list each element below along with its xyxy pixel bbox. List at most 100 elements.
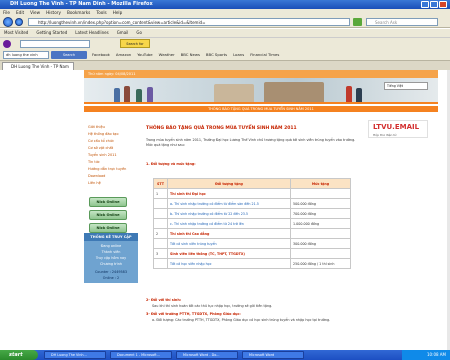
table-row: 2 Thí sinh thi Cao đẳng — [153, 228, 351, 239]
yahoo-icon[interactable] — [3, 40, 11, 48]
bookmark-go[interactable]: Go — [136, 29, 142, 37]
cell-stt: 3 — [153, 248, 168, 259]
nick-online-button-1[interactable]: Nick Online — [89, 197, 127, 207]
cell-amount — [290, 188, 351, 199]
stats-line: Truy cập hôm nay — [95, 256, 127, 260]
language-select[interactable]: Tiếng Việt — [384, 82, 428, 90]
toolbar-search-button[interactable]: Search — [51, 51, 87, 59]
banner-caption-text: THÔNG BÁO TẶNG QUÀ TRONG MÙA TUYỂN SINH … — [208, 107, 314, 111]
menu-edit[interactable]: Edit — [16, 9, 24, 16]
banner-caption: THÔNG BÁO TẶNG QUÀ TRONG MÙA TUYỂN SINH … — [84, 106, 438, 112]
back-button[interactable] — [3, 17, 13, 27]
sidebar-link-lien-he[interactable]: Liên hệ — [88, 181, 101, 185]
stats-counter-label: Counter — [95, 270, 109, 274]
table-row: 1 Thí sinh thi Đại học — [153, 188, 351, 199]
language-select-value: Tiếng Việt — [387, 84, 403, 88]
toolbar-youtube[interactable]: YouTube — [137, 52, 152, 57]
start-button[interactable]: start — [0, 350, 38, 360]
table-header-row: STT Đối tượng tặng Mức tặng — [153, 178, 351, 189]
banner-figure — [356, 88, 362, 102]
sidebar-link-co-so-vat-chat[interactable]: Cơ sở vật chất — [88, 146, 113, 150]
cell-amount: 700.000 đồng — [290, 208, 351, 219]
bookmark-latest-headlines[interactable]: Latest Headlines — [75, 29, 108, 37]
browser-search-input[interactable]: Search Ask — [366, 18, 438, 26]
toolbar-weather[interactable]: Weather — [159, 52, 175, 57]
browser-search-placeholder: Search Ask — [375, 20, 398, 25]
cell-amount: 500.000 đồng — [290, 198, 351, 209]
sidebar-link-huong-dan[interactable]: Hướng dẫn trực tuyến — [88, 167, 126, 171]
toolbar-search-input[interactable]: dh luong the vinh — [3, 51, 49, 59]
menu-bookmarks[interactable]: Bookmarks — [67, 9, 90, 16]
toolbar-facebook[interactable]: Facebook — [92, 52, 110, 57]
bookmark-gmail[interactable]: Gmail — [117, 29, 129, 37]
nick-online-button-3[interactable]: Nick Online — [89, 223, 127, 233]
stats-online-value: 2 — [117, 276, 120, 280]
close-window-button[interactable] — [439, 1, 447, 8]
banner-figure — [136, 89, 142, 102]
sidebar-link-gioi-thieu[interactable]: Giới thiệu — [88, 125, 105, 129]
cell-subject: Thí sinh thi Cao đẳng — [167, 228, 291, 239]
menu-help[interactable]: Help — [113, 9, 123, 16]
email-logo[interactable]: LTVU.EMAIL Hộp thư điện tử — [368, 120, 428, 138]
tab-active[interactable]: DH Luong The Vinh - TP Nam Dinh — [2, 62, 74, 77]
sidebar-link-tin-tuc[interactable]: Tin tức — [88, 160, 100, 164]
stats-title: THỐNG KÊ TRUY CẬP — [84, 233, 138, 241]
cell-subject: Tất cả sinh viên trúng tuyển — [167, 238, 291, 249]
toolbar-bbc-sports[interactable]: BBC Sports — [206, 52, 227, 57]
email-logo-text: LTVU.EMAIL — [373, 123, 420, 131]
menu-tools[interactable]: Tools — [96, 9, 106, 16]
url-bar[interactable]: http://luongthevinh.vn/index.php?option=… — [28, 18, 350, 26]
menu-view[interactable]: View — [30, 9, 40, 16]
bookmark-getting-started[interactable]: Getting Started — [36, 29, 67, 37]
minimize-button[interactable] — [421, 1, 429, 8]
toolbar-bbc-news[interactable]: BBC News — [181, 52, 200, 57]
sidebar-link-he-thong-dao-tao[interactable]: Hệ thống đào tạo — [88, 132, 118, 136]
bookmark-most-visited[interactable]: Most Visited — [4, 29, 28, 37]
table-header-subject: Đối tượng tặng — [167, 178, 291, 189]
taskbar-item-word-2[interactable]: Microsoft Word — [242, 351, 304, 359]
forward-button[interactable] — [15, 18, 23, 26]
sidebar-link-tuyen-sinh[interactable]: Tuyển sinh 2011 — [88, 153, 117, 157]
toolbar-amazon[interactable]: Amazon — [116, 52, 131, 57]
taskbar-item-document[interactable]: Document 1 - Microsoft... — [110, 351, 172, 359]
cell-subject: b- Thí sinh nhập trường có điểm từ 22 đế… — [167, 208, 291, 219]
go-button[interactable] — [353, 18, 362, 26]
cell-amount: 1.000.000 đồng — [290, 218, 351, 229]
cell-stt — [153, 238, 168, 249]
cell-subject: Tất cả học viên nhập học — [167, 258, 291, 269]
cell-amount: 250.000 đồng / 1 thí sinh — [290, 258, 351, 269]
menu-bar: File Edit View History Bookmarks Tools H… — [0, 9, 450, 16]
banner-figure — [114, 88, 120, 102]
toolbar-loans[interactable]: Loans — [233, 52, 244, 57]
table-row: a- Thí sinh nhập trường có điểm từ điểm … — [153, 198, 351, 209]
table-row: Tất cả học viên nhập học 250.000 đồng / 1… — [153, 258, 351, 269]
menu-file[interactable]: File — [3, 9, 10, 16]
yahoo-search-input[interactable] — [20, 40, 90, 48]
stats-line: Chương trình — [99, 262, 123, 266]
sidebar-link-co-cau-to-chuc[interactable]: Cơ cấu tổ chức — [88, 139, 114, 143]
nick-online-button-2[interactable]: Nick Online — [89, 210, 127, 220]
cell-stt: 2 — [153, 228, 168, 239]
yahoo-search-button[interactable]: Search for — [120, 39, 150, 48]
section-1-heading: 1. Đối tượng và mức tặng: — [146, 162, 196, 166]
maximize-button[interactable] — [430, 1, 438, 8]
table-row: Tất cả sinh viên trúng tuyển 300.000 đồng — [153, 238, 351, 249]
article-content: THÔNG BÁO TẶNG QUÀ TRONG MÙA TUYỂN SINH … — [146, 118, 428, 350]
taskbar-item-firefox[interactable]: DH Luong The Vinh... — [44, 351, 106, 359]
banner-figure — [124, 86, 130, 102]
taskbar-item-word-1[interactable]: Microsoft Word - Do... — [176, 351, 238, 359]
banner-image: Tiếng Việt — [84, 78, 438, 104]
sidebar-link-download[interactable]: Download — [88, 174, 105, 178]
system-clock: 10:08 AM — [402, 350, 450, 360]
banner-building — [214, 84, 254, 102]
article-intro: Trong mùa tuyển sinh năm 2011, Trường Đạ… — [146, 138, 356, 147]
toolbar-search-value: dh luong the vinh — [6, 53, 38, 57]
table-row: b- Thí sinh nhập trường có điểm từ 22 đế… — [153, 208, 351, 219]
section-2-heading: 2- Đối với thí sinh: — [146, 298, 182, 302]
stats-line: Thành viên — [101, 250, 121, 254]
stats-line: Đang online — [100, 244, 122, 248]
banner-building — [264, 82, 324, 102]
toolbar-financial-times[interactable]: Financial Times — [250, 52, 279, 57]
menu-history[interactable]: History — [46, 9, 61, 16]
cell-stt — [153, 198, 168, 209]
